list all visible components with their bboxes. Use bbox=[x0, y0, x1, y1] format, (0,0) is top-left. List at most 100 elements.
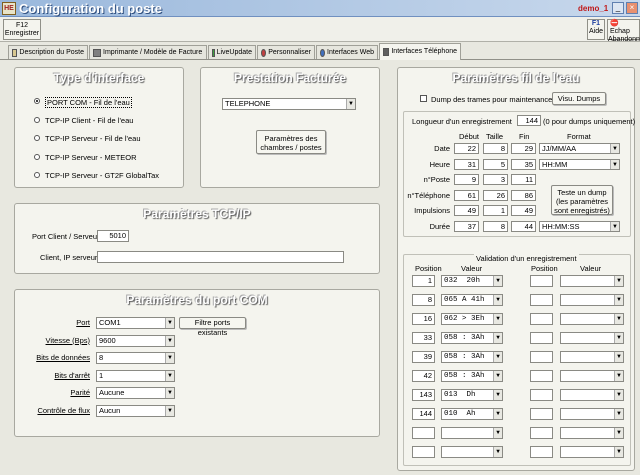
validation-position-input-2[interactable] bbox=[530, 370, 553, 382]
validation-value-select[interactable]: 013 Dh ▼ bbox=[441, 389, 503, 401]
validation-value-select-2[interactable]: ▼ bbox=[560, 427, 624, 439]
validation-position-input[interactable]: 144 bbox=[412, 408, 435, 420]
validation-value-select[interactable]: 010 Ah ▼ bbox=[441, 408, 503, 420]
fin-input[interactable]: 11 bbox=[511, 174, 536, 186]
dump-checkbox[interactable] bbox=[420, 95, 427, 102]
validation-position-input-2[interactable] bbox=[530, 294, 553, 306]
length-input[interactable]: 144 bbox=[517, 115, 541, 126]
debut-input[interactable]: 31 bbox=[454, 158, 479, 170]
validation-value-select[interactable]: 032 20h ▼ bbox=[441, 275, 503, 287]
validation-position-input[interactable]: 8 bbox=[412, 294, 435, 306]
fin-input[interactable]: 35 bbox=[511, 158, 536, 170]
validation-value-select[interactable]: ▼ bbox=[441, 427, 503, 439]
prestation-select[interactable]: TELEPHONE ▼ bbox=[222, 98, 356, 110]
com-field-select[interactable]: Aucun ▼ bbox=[96, 404, 175, 417]
validation-value-select[interactable]: 058 : 3Ah ▼ bbox=[441, 351, 503, 363]
validation-value-select-2[interactable]: ▼ bbox=[560, 332, 624, 344]
validation-position-input-2[interactable] bbox=[530, 275, 553, 287]
taille-input[interactable]: 8 bbox=[483, 221, 508, 232]
validation-position-input[interactable]: 1 bbox=[412, 275, 435, 287]
port-input[interactable]: 5010 bbox=[97, 230, 129, 242]
validation-value-select-2[interactable]: ▼ bbox=[560, 294, 624, 306]
validation-position-input-2[interactable] bbox=[530, 446, 553, 458]
debut-input[interactable]: 61 bbox=[454, 189, 479, 201]
validation-position-input[interactable] bbox=[412, 446, 435, 458]
validation-position-input-2[interactable] bbox=[530, 332, 553, 344]
taille-input[interactable]: 1 bbox=[483, 205, 508, 217]
validation-value-select-2[interactable]: ▼ bbox=[560, 446, 624, 458]
fin-input[interactable]: 29 bbox=[511, 143, 536, 154]
validation-value-select-2[interactable]: ▼ bbox=[560, 351, 624, 363]
validation-value-select-2[interactable]: ▼ bbox=[560, 389, 624, 401]
validation-position-input[interactable]: 143 bbox=[412, 389, 435, 401]
com-field-select[interactable]: 1 ▼ bbox=[96, 369, 175, 382]
validation-position-input-2[interactable] bbox=[530, 351, 553, 363]
interface-option-label: TCP-IP Client - Fil de l'eau bbox=[45, 115, 134, 125]
validation-position-input[interactable]: 33 bbox=[412, 332, 435, 344]
validation-value-select[interactable]: 058 : 3Ah ▼ bbox=[441, 370, 503, 382]
com-field-select[interactable]: COM1 ▼ bbox=[96, 317, 175, 329]
validation-value-select[interactable]: 065 A 41h ▼ bbox=[441, 294, 503, 306]
com-field-label: Bits de données bbox=[36, 353, 90, 362]
validation-position-input[interactable]: 42 bbox=[412, 370, 435, 382]
validation-position-input-2[interactable] bbox=[530, 313, 553, 325]
interface-radio[interactable] bbox=[34, 116, 40, 123]
debut-input[interactable]: 37 bbox=[454, 221, 479, 232]
fin-input[interactable]: 44 bbox=[511, 221, 536, 232]
com-field-select[interactable]: Aucune ▼ bbox=[96, 387, 175, 399]
tab-liveupdate[interactable]: LiveUpdate bbox=[208, 45, 256, 59]
interface-radio[interactable] bbox=[34, 135, 40, 141]
validation-value-select[interactable]: 058 : 3Ah ▼ bbox=[441, 332, 503, 344]
validation-position-input[interactable]: 16 bbox=[412, 313, 435, 325]
chevron-down-icon: ▼ bbox=[493, 295, 502, 305]
com-field-select[interactable]: 8 ▼ bbox=[96, 352, 175, 364]
length-label: Longueur d'un enregistrement bbox=[412, 117, 512, 126]
help-button[interactable]: F1 Aide bbox=[587, 19, 605, 40]
validation-value-select-2[interactable]: ▼ bbox=[560, 370, 624, 382]
validation-position-input[interactable]: 39 bbox=[412, 351, 435, 363]
taille-input[interactable]: 5 bbox=[483, 158, 508, 170]
filter-ports-button[interactable]: Filtre ports existants bbox=[179, 317, 246, 337]
tab-description[interactable]: Description du Poste bbox=[8, 45, 88, 59]
format-select[interactable]: HH:MM:SS ▼ bbox=[539, 221, 620, 232]
interface-radio[interactable] bbox=[34, 153, 40, 160]
chevron-down-icon: ▼ bbox=[165, 388, 174, 398]
validation-value-select[interactable]: 062 > 3Eh ▼ bbox=[441, 313, 503, 325]
validation-value-select-2[interactable]: ▼ bbox=[560, 313, 624, 325]
debut-input[interactable]: 49 bbox=[454, 205, 479, 217]
validation-position-input[interactable] bbox=[412, 427, 435, 439]
debut-input[interactable]: 9 bbox=[454, 174, 479, 186]
validation-value-select-2[interactable]: ▼ bbox=[560, 408, 624, 420]
taille-input[interactable]: 8 bbox=[483, 143, 508, 154]
test-dump-button[interactable]: Teste un dump (les paramètres sont enreg… bbox=[551, 185, 613, 215]
tab-interfaces-web[interactable]: Interfaces Web bbox=[316, 45, 378, 59]
visu-dumps-button[interactable]: Visu. Dumps bbox=[552, 92, 606, 105]
debut-input[interactable]: 22 bbox=[454, 143, 479, 154]
close-window-icon[interactable]: × bbox=[626, 2, 638, 14]
cancel-button[interactable]: ⛔ Echap Abandonner bbox=[607, 19, 640, 43]
minimize-icon[interactable]: _ bbox=[612, 2, 624, 14]
client-input[interactable] bbox=[97, 251, 344, 263]
interface-radio[interactable] bbox=[34, 98, 40, 104]
fin-input[interactable]: 86 bbox=[511, 189, 536, 201]
com-field-select[interactable]: 9600 ▼ bbox=[96, 334, 175, 347]
tab-personnaliser[interactable]: Personnaliser bbox=[257, 45, 315, 59]
tab-interfaces-telephone[interactable]: Interfaces Téléphone bbox=[379, 43, 461, 60]
interface-radio[interactable] bbox=[34, 172, 40, 178]
validation-value-select-2[interactable]: ▼ bbox=[560, 275, 624, 287]
chevron-down-icon: ▼ bbox=[493, 333, 502, 343]
validation-position-input-2[interactable] bbox=[530, 408, 553, 420]
validation-position-input-2[interactable] bbox=[530, 389, 553, 401]
chambres-postes-button[interactable]: Paramètres des chambres / postes bbox=[256, 130, 326, 154]
validation-value-select[interactable]: ▼ bbox=[441, 446, 503, 458]
tab-imprimante[interactable]: Imprimante / Modèle de Facture bbox=[89, 45, 207, 59]
taille-input[interactable]: 3 bbox=[483, 174, 508, 186]
format-select[interactable]: HH:MM ▼ bbox=[539, 158, 620, 170]
save-key: F12 bbox=[15, 22, 29, 29]
validation-position-input-2[interactable] bbox=[530, 427, 553, 439]
chevron-down-icon: ▼ bbox=[614, 390, 623, 400]
format-select[interactable]: JJ/MM/AA ▼ bbox=[539, 143, 620, 154]
save-button[interactable]: F12 Enregistrer bbox=[3, 19, 41, 40]
fin-input[interactable]: 49 bbox=[511, 205, 536, 217]
taille-input[interactable]: 26 bbox=[483, 189, 508, 201]
